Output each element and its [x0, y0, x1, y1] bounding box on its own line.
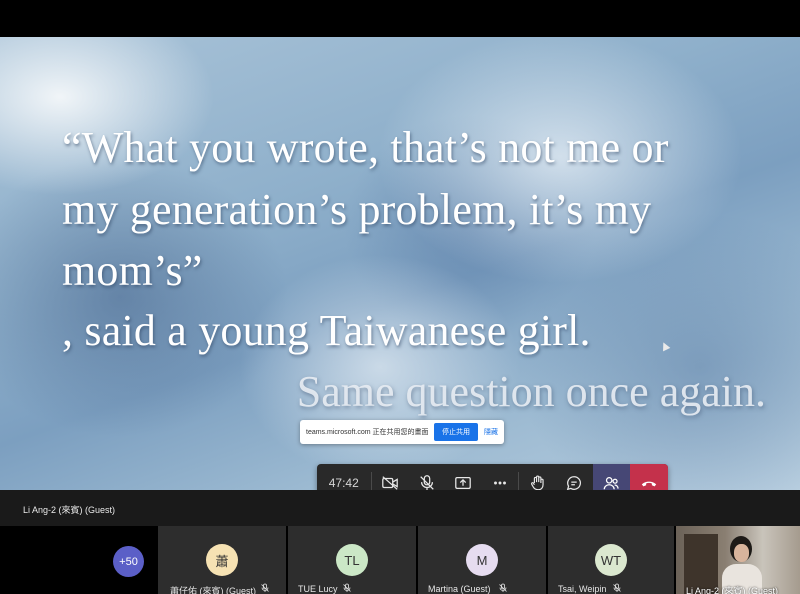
presenter-name: Li Ang-2 (來賓) (Guest) [23, 505, 116, 515]
meeting-timer: 47:42 [328, 475, 359, 490]
hang-up-icon [641, 481, 657, 486]
video-participant-name: Li Ang-2 (來賓) (Guest) [686, 586, 779, 594]
participant-name: TUE Lucy [298, 584, 338, 594]
mic-off-icon [499, 583, 507, 592]
video-person-face [734, 544, 749, 562]
mic-off-icon [613, 583, 621, 592]
top-black-bar [0, 0, 800, 37]
raise-hand-icon [530, 474, 544, 490]
participant-video-tile[interactable]: Li Ang-2 (來賓) (Guest) [676, 526, 800, 594]
avatar: WT [595, 544, 627, 576]
quote-line-3: mom’s” [62, 246, 203, 295]
chat-icon [567, 475, 582, 490]
quote-line-2: my generation’s problem, it’s my [62, 185, 652, 234]
quote-line-4: , said a young Taiwanese girl. [62, 306, 591, 355]
more-participants-badge[interactable]: +50 [113, 546, 144, 577]
participant-tile[interactable]: M Martina (Guest) [418, 526, 546, 594]
people-icon [604, 476, 620, 489]
presenter-name-strip: Li Ang-2 (來賓) (Guest) [0, 490, 800, 526]
participant-name: Tsai, Weipin [558, 584, 607, 594]
share-screen-icon [455, 476, 472, 489]
participant-name: Martina (Guest) [428, 584, 491, 594]
avatar: 蕭 [206, 544, 238, 576]
share-banner-message: teams.microsoft.com 正在共用您的畫面。 [306, 429, 428, 436]
mic-off-icon [419, 474, 434, 490]
participant-tile[interactable]: WT Tsai, Weipin [548, 526, 674, 594]
participant-tile[interactable]: TL TUE Lucy [288, 526, 416, 594]
more-icon [493, 481, 506, 484]
participant-tile[interactable]: 蕭 蕭仔佑 (來賓) (Guest) [158, 526, 286, 594]
mouse-cursor-icon [659, 340, 671, 352]
stop-sharing-button[interactable]: 停止共用 [434, 423, 478, 441]
mic-off-icon [343, 583, 351, 592]
participant-name: 蕭仔佑 (來賓) (Guest) [170, 586, 257, 594]
hide-banner-link[interactable]: 隱藏 [484, 427, 498, 437]
slide-subline: Same question once again. [296, 367, 766, 416]
camera-off-icon [382, 475, 398, 490]
avatar: M [466, 544, 498, 576]
mic-off-icon [261, 583, 269, 592]
screen-share-banner: teams.microsoft.com 正在共用您的畫面。 停止共用 隱藏 [300, 420, 504, 444]
quote-line-1: “What you wrote, that’s not me or [62, 123, 669, 172]
avatar: TL [336, 544, 368, 576]
